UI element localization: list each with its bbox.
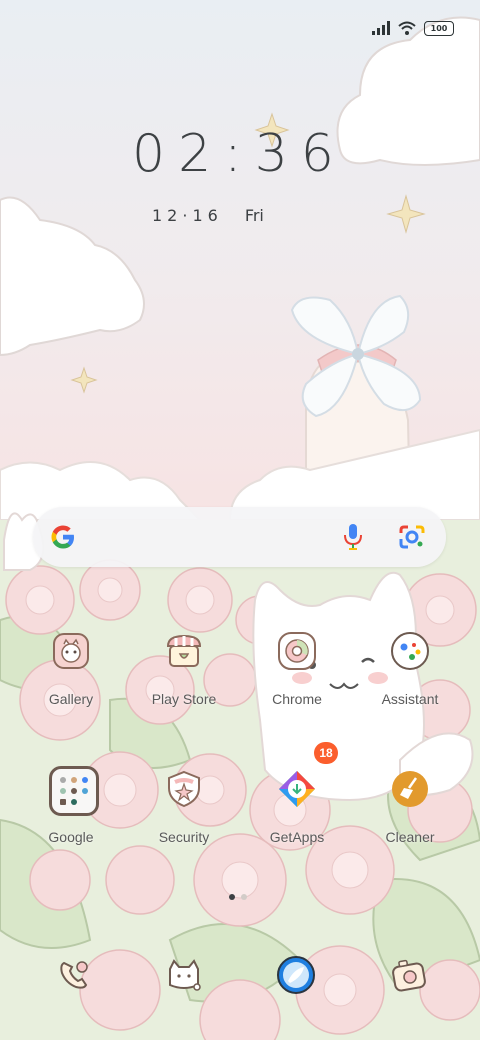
camera-icon[interactable] (389, 955, 429, 995)
messages-cat-icon[interactable] (164, 955, 204, 995)
chrome-icon (278, 632, 316, 670)
assistant-icon (391, 632, 429, 670)
app-label: Gallery (48, 691, 94, 707)
date-weekday: Fri (244, 206, 264, 225)
folder-google[interactable]: Google (16, 766, 126, 862)
clock-date[interactable]: 12·16 Fri (152, 204, 264, 228)
clock-time[interactable]: 02:36 (132, 124, 352, 184)
google-g-icon (51, 525, 74, 549)
google-lens-icon[interactable] (398, 524, 426, 550)
app-security[interactable]: Security (129, 770, 239, 862)
status-bar: 100 (372, 18, 454, 38)
app-getapps[interactable]: GetApps (242, 770, 352, 862)
security-shield-icon (168, 770, 200, 808)
page-indicator (229, 894, 247, 900)
phone-icon[interactable] (54, 955, 94, 995)
date-digits: 12·16 (152, 206, 223, 225)
battery-indicator: 100 (424, 20, 454, 36)
wifi-icon (398, 21, 416, 35)
play-store-icon (166, 634, 202, 667)
folder-icon (49, 766, 99, 816)
app-assistant[interactable]: Assistant (355, 632, 465, 724)
page-dot (241, 894, 247, 900)
folder-contents (60, 777, 88, 805)
app-label: Google (48, 829, 94, 845)
app-label: Assistant (381, 691, 439, 707)
voice-search-icon[interactable] (342, 523, 364, 551)
getapps-icon (279, 771, 315, 807)
app-gallery[interactable]: Gallery (16, 632, 126, 724)
notification-badge: 18 (314, 742, 338, 764)
gallery-icon (53, 633, 89, 669)
app-cleaner[interactable]: Cleaner (355, 770, 465, 862)
google-search-bar[interactable] (33, 507, 446, 567)
app-label: GetApps (269, 829, 325, 845)
cleaner-broom-icon (392, 771, 428, 807)
app-label: Chrome (272, 691, 322, 707)
signal-icon (372, 21, 390, 35)
app-play-store[interactable]: Play Store (129, 632, 239, 724)
page-dot-active (229, 894, 235, 900)
app-label: Security (158, 829, 210, 845)
app-label: Play Store (151, 691, 217, 707)
browser-icon[interactable] (276, 955, 316, 995)
app-chrome[interactable]: Chrome (242, 632, 352, 724)
app-label: Cleaner (385, 829, 435, 845)
